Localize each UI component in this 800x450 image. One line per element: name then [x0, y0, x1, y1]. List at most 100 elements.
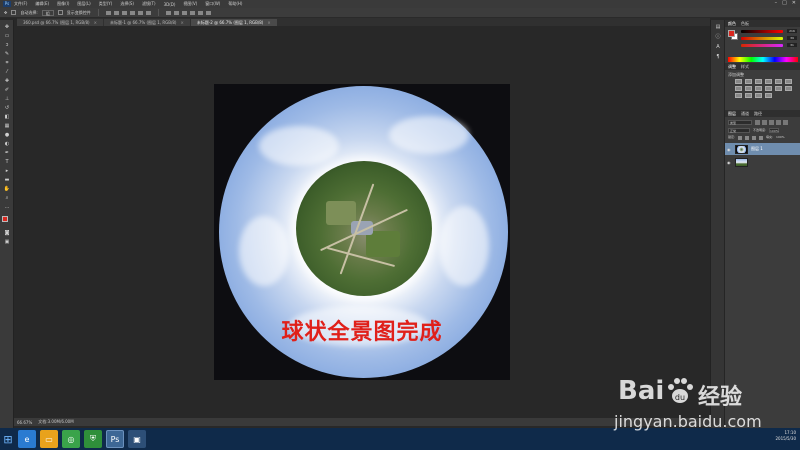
lock-pixels-icon[interactable]: [738, 136, 743, 140]
show-transform-checkbox[interactable]: [57, 10, 63, 15]
close-icon[interactable]: ✕: [792, 0, 796, 6]
visibility-eye-icon[interactable]: ◉: [727, 147, 732, 152]
red-slider[interactable]: [741, 30, 783, 33]
brush-tool-icon[interactable]: ✐: [3, 87, 11, 93]
move-tool-icon[interactable]: ✥: [3, 24, 11, 30]
align-bottom-icon[interactable]: [121, 10, 127, 15]
tab-color[interactable]: 颜色: [728, 21, 736, 27]
vibrance-icon[interactable]: [775, 79, 782, 84]
layer-select-dropdown[interactable]: 组: [41, 9, 54, 16]
crop-tool-icon[interactable]: ⌗: [3, 60, 11, 66]
auto-select-checkbox[interactable]: [11, 10, 17, 15]
align-right-icon[interactable]: [145, 10, 151, 15]
quick-select-tool-icon[interactable]: ✎: [3, 51, 11, 57]
hue-icon[interactable]: [785, 79, 792, 84]
quick-mask-icon[interactable]: ◙: [3, 230, 11, 236]
explorer-icon[interactable]: ▭: [40, 430, 58, 448]
tab-paths[interactable]: 路径: [754, 111, 762, 117]
history-panel-icon[interactable]: ▤: [714, 24, 722, 31]
channel-mixer-icon[interactable]: [765, 86, 772, 91]
distribute-middle-icon[interactable]: [173, 10, 179, 15]
zoom-tool-icon[interactable]: ⌕: [3, 195, 11, 201]
menu-view[interactable]: 视图(V): [183, 1, 197, 7]
menu-filter[interactable]: 滤镜(T): [142, 1, 156, 7]
distribute-top-icon[interactable]: [165, 10, 171, 15]
brightness-icon[interactable]: [735, 79, 742, 84]
zoom-level[interactable]: 66.67%: [17, 420, 32, 425]
360-icon[interactable]: ◎: [62, 430, 80, 448]
menu-file[interactable]: 文件(F): [14, 1, 27, 7]
green-slider[interactable]: [741, 37, 783, 40]
filter-smart-icon[interactable]: [783, 120, 788, 125]
tab-styles[interactable]: 样式: [741, 64, 749, 70]
menu-edit[interactable]: 编辑(E): [35, 1, 49, 7]
threshold-icon[interactable]: [745, 93, 752, 98]
levels-icon[interactable]: [745, 79, 752, 84]
marquee-tool-icon[interactable]: ▭: [3, 33, 11, 39]
filter-pixel-icon[interactable]: [755, 120, 760, 125]
history-brush-icon[interactable]: ↺: [3, 105, 11, 111]
app-icon[interactable]: ▣: [128, 430, 146, 448]
close-icon[interactable]: ×: [267, 19, 270, 26]
screen-mode-icon[interactable]: ▣: [3, 239, 11, 245]
lock-position-icon[interactable]: [752, 136, 757, 140]
distribute-bottom-icon[interactable]: [181, 10, 187, 15]
blend-mode-select[interactable]: 正常: [728, 128, 750, 133]
clone-tool-icon[interactable]: ⊥: [3, 96, 11, 102]
ie-icon[interactable]: e: [18, 430, 36, 448]
filter-shape-icon[interactable]: [776, 120, 781, 125]
doc-size[interactable]: 文档:3.00M/6.00M: [38, 419, 73, 425]
black-white-icon[interactable]: [745, 86, 752, 91]
lock-all-icon[interactable]: [759, 136, 764, 140]
posterize-icon[interactable]: [735, 93, 742, 98]
lasso-tool-icon[interactable]: ↄ: [3, 42, 11, 48]
align-center-icon[interactable]: [137, 10, 143, 15]
selective-color-icon[interactable]: [765, 93, 772, 98]
color-balance-icon[interactable]: [735, 86, 742, 91]
type-tool-icon[interactable]: T: [3, 159, 11, 165]
hand-tool-icon[interactable]: ✋: [3, 186, 11, 192]
windows-start-icon[interactable]: ⊞: [0, 428, 16, 450]
path-select-icon[interactable]: ▸: [3, 168, 11, 174]
align-middle-icon[interactable]: [113, 10, 119, 15]
tab-document-3[interactable]: 未标题-2 @ 66.7% (图层 1, RGB/8) ×: [190, 19, 277, 26]
gradient-map-icon[interactable]: [755, 93, 762, 98]
layer-row[interactable]: ◉ 图层 1: [725, 143, 800, 155]
document-canvas[interactable]: 球状全景图完成: [214, 84, 510, 380]
menu-window[interactable]: 窗口(W): [205, 1, 220, 7]
paragraph-panel-icon[interactable]: ¶: [714, 54, 722, 61]
pen-tool-icon[interactable]: ✒: [3, 150, 11, 156]
opacity-input[interactable]: 100%: [769, 128, 780, 133]
blue-value[interactable]: 31: [787, 43, 797, 47]
distribute-center-icon[interactable]: [197, 10, 203, 15]
tab-swatches[interactable]: 色板: [741, 21, 749, 27]
layer-kind-filter[interactable]: 类型: [728, 120, 752, 125]
tab-adjustments[interactable]: 调整: [728, 64, 736, 70]
tab-document-1[interactable]: 360.psd @ 66.7% (图层 1, RGB/8) ×: [17, 19, 103, 26]
color-lookup-icon[interactable]: [775, 86, 782, 91]
security-icon[interactable]: ⛨: [84, 430, 102, 448]
menu-type[interactable]: 类型(Y): [99, 1, 113, 7]
layer-row[interactable]: ◉: [725, 156, 800, 168]
gradient-tool-icon[interactable]: ▦: [3, 123, 11, 129]
distribute-right-icon[interactable]: [205, 10, 211, 15]
tab-channels[interactable]: 通道: [741, 111, 749, 117]
dodge-tool-icon[interactable]: ◐: [3, 141, 11, 147]
menu-3d[interactable]: 3D(D): [164, 2, 176, 7]
align-top-icon[interactable]: [105, 10, 111, 15]
filter-type-icon[interactable]: [769, 120, 774, 125]
align-left-icon[interactable]: [129, 10, 135, 15]
curves-icon[interactable]: [755, 79, 762, 84]
lock-paint-icon[interactable]: [745, 136, 750, 140]
eyedropper-tool-icon[interactable]: ⁄: [3, 69, 11, 75]
green-value[interactable]: 39: [787, 36, 797, 40]
visibility-eye-icon[interactable]: ◉: [727, 160, 732, 165]
canvas-area[interactable]: 球状全景图完成: [14, 26, 710, 428]
close-icon[interactable]: ×: [94, 19, 97, 26]
distribute-left-icon[interactable]: [189, 10, 195, 15]
exposure-icon[interactable]: [765, 79, 772, 84]
eraser-tool-icon[interactable]: ◧: [3, 114, 11, 120]
foreground-color-swatch[interactable]: [728, 30, 735, 37]
fill-input[interactable]: 100%: [776, 135, 785, 140]
more-tools-icon[interactable]: …: [3, 204, 11, 210]
